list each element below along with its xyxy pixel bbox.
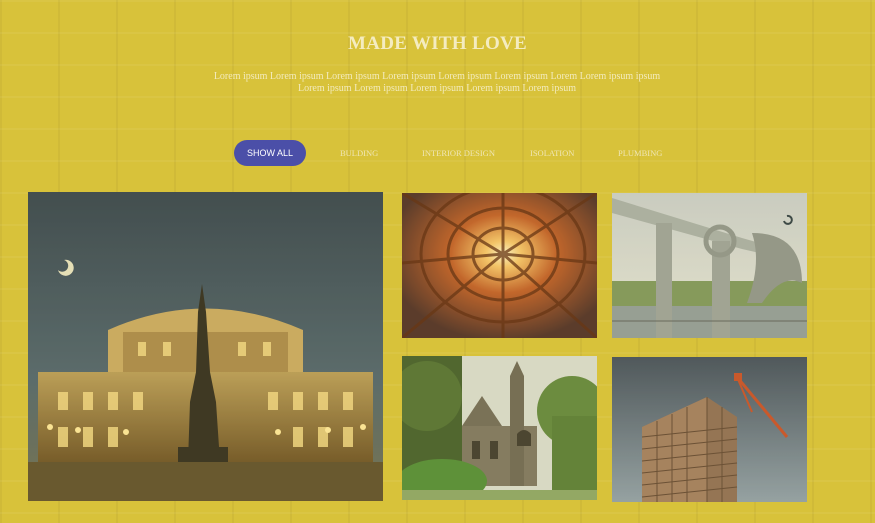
filter-isolation[interactable]: ISOLATION <box>530 140 574 166</box>
opera-house-night-photo <box>28 192 383 501</box>
filter-show-all[interactable]: SHOW ALL <box>234 140 306 166</box>
interior-light-well-photo <box>402 193 597 338</box>
gallery-item-opera-house[interactable] <box>28 192 383 501</box>
building-under-construction-photo <box>612 357 807 502</box>
page-title: MADE WITH LOVE <box>347 33 528 54</box>
gallery-item-construction[interactable] <box>612 357 807 502</box>
filter-bar: SHOW ALL BULDING INTERIOR DESIGN ISOLATI… <box>0 140 875 166</box>
gallery-item-interior[interactable] <box>402 193 597 338</box>
filter-bulding[interactable]: BULDING <box>340 140 378 166</box>
gallery-item-bridge[interactable] <box>612 193 807 338</box>
boat-lift-bridge-photo <box>612 193 807 338</box>
gothic-chapel-photo <box>402 356 597 500</box>
intro-text: Lorem ipsum Lorem ipsum Lorem ipsum Lore… <box>213 71 661 94</box>
filter-interior-design[interactable]: INTERIOR DESIGN <box>422 140 495 166</box>
filter-plumbing[interactable]: PLUMBING <box>618 140 662 166</box>
gallery-item-chapel[interactable] <box>402 356 597 500</box>
